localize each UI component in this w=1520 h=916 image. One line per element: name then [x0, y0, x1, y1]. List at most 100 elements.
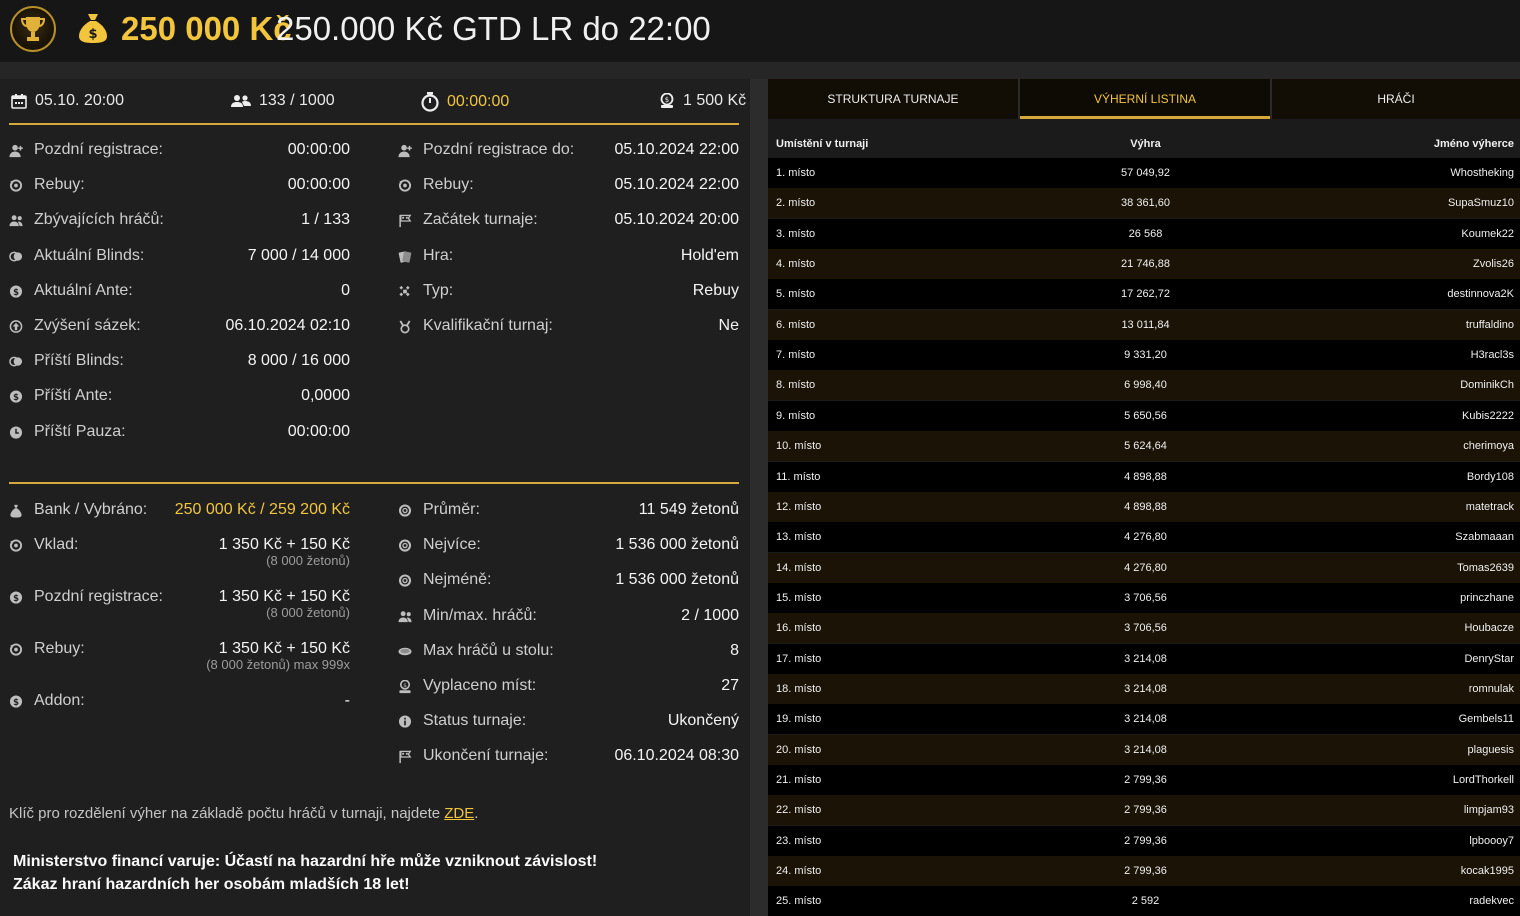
chip-icon — [398, 504, 412, 518]
prize-cell: 3 214,08 — [1124, 743, 1167, 756]
info-value: - — [344, 692, 350, 709]
place-cell: 5. místo — [776, 288, 816, 301]
coin-icon: $ — [9, 285, 23, 299]
place-cell: 1. místo — [776, 167, 816, 179]
winner-cell: Kubis2222 — [1462, 409, 1514, 422]
winner-cell: Houbacze — [1464, 622, 1514, 635]
winner-cell: SupaSmuz10 — [1447, 197, 1514, 210]
winner-cell: Koumek22 — [1461, 227, 1514, 240]
table-row: 23. místo 2 799,36 lpboooy7 — [768, 825, 1520, 856]
svg-text:$: $ — [88, 27, 97, 42]
table-row: 20. místo 3 214,08 plaguesis — [768, 734, 1520, 765]
info-value: 8 000 / 16 000 — [247, 352, 350, 370]
place-cell: 20. místo — [776, 743, 822, 756]
info-label: Rebuy: — [34, 176, 85, 194]
here-link[interactable]: ZDE — [444, 805, 474, 822]
prize-cell: 2 799,36 — [1124, 774, 1167, 786]
winner-cell: truffaldino — [1465, 318, 1514, 331]
blinds-icon — [9, 355, 23, 369]
info-label: Aktuální Ante: — [34, 281, 133, 299]
info-value: 8 — [730, 641, 739, 659]
winner-cell: DominikCh — [1460, 379, 1514, 392]
table-row: 4. místo 21 746,88 Zvolis26 — [768, 249, 1520, 280]
prize-cell: 17 262,72 — [1121, 288, 1170, 301]
place-cell: 4. místo — [776, 258, 816, 271]
info-label: Pozdní registrace: — [34, 141, 163, 158]
coin-icon: $ — [9, 390, 23, 404]
winner-cell: matetrack — [1465, 500, 1514, 513]
info-value: 05.10.2024 20:00 — [614, 211, 739, 229]
svg-text:$: $ — [665, 96, 669, 104]
info-row: Příští Pauza: 00:00:00 — [9, 423, 350, 447]
info-label: Zvýšení sázek: — [34, 317, 141, 334]
winner-cell: Whostheking — [1450, 167, 1514, 179]
info-value: 06.10.2024 02:10 — [225, 317, 350, 334]
chip-icon — [398, 574, 412, 588]
info-row: $ Addon: - — [9, 692, 350, 716]
info-label: Max hráčů u stolu: — [423, 641, 554, 659]
info-label: Nejvíce: — [423, 536, 481, 554]
flag-icon — [398, 214, 412, 228]
rebuy-icon — [9, 179, 23, 193]
table-row: 18. místo 3 214,08 romnulak — [768, 673, 1520, 704]
info-row: $ Aktuální Ante: 0 — [9, 282, 350, 306]
prize-cell: 21 746,88 — [1121, 258, 1170, 271]
tab-payouts[interactable]: VÝHERNÍ LISTINA — [1020, 79, 1270, 119]
info-value: 27 — [721, 677, 739, 694]
winner-cell: Gembels11 — [1458, 713, 1514, 726]
info-label: Rebuy: — [34, 640, 85, 657]
table-row: 25. místo 2 592 radekvec — [768, 886, 1520, 916]
users-icon — [231, 95, 251, 107]
prize-cell: 3 214,08 — [1124, 713, 1167, 726]
table-row: 7. místo 9 331,20 H3racl3s — [768, 340, 1520, 371]
rebuy-icon — [398, 179, 412, 193]
header-winner[interactable]: Jméno výherce — [1434, 138, 1514, 150]
info-value: 11 549 žetonů — [638, 501, 739, 518]
info-value: 00:00:00 — [287, 141, 350, 158]
info-label: Vklad: — [34, 536, 79, 553]
place-cell: 22. místo — [776, 804, 822, 817]
prize-cell: 6 998,40 — [1124, 379, 1167, 392]
panel-divider — [750, 79, 768, 916]
info-label: Příští Blinds: — [34, 352, 124, 370]
info-value: 1 350 Kč + 150 Kč — [218, 640, 350, 657]
info-value: 00:00:00 — [287, 422, 350, 440]
users-icon — [398, 610, 412, 624]
tab-structure[interactable]: STRUKTURA TURNAJE — [768, 79, 1018, 119]
spacer — [0, 62, 1520, 79]
info-row: Hra: Hold'em — [398, 247, 739, 271]
header-place[interactable]: Umístění v turnaji — [776, 138, 868, 150]
tab-players[interactable]: HRÁČI — [1272, 79, 1520, 119]
header-prize[interactable]: Výhra — [1068, 138, 1223, 150]
info-value: 05.10.2024 22:00 — [614, 176, 739, 194]
place-cell: 8. místo — [776, 379, 816, 392]
info-row: Vklad: 1 350 Kč + 150 Kč (8 000 žetonů) — [9, 536, 350, 568]
place-cell: 21. místo — [776, 774, 822, 786]
prize-cell: 4 898,88 — [1124, 470, 1167, 483]
info-label: Zbývajících hráčů: — [34, 211, 164, 229]
stopwatch-icon — [421, 92, 439, 112]
grid-icon — [398, 285, 412, 299]
place-cell: 12. místo — [776, 500, 822, 513]
rebuy-icon — [9, 643, 23, 657]
info-row: Pozdní registrace do: 05.10.2024 22:00 — [398, 141, 739, 165]
winner-cell: lpboooy7 — [1469, 834, 1514, 847]
info-value: 0 — [341, 281, 350, 299]
buy-in: $ 1 500 Kč — [659, 92, 746, 110]
bank-icon — [9, 504, 23, 518]
info-label: Bank / Vybráno: — [34, 501, 148, 518]
table-row: 15. místo 3 706,56 princzhane — [768, 582, 1520, 613]
info-label: Příští Ante: — [34, 387, 113, 405]
level-up-icon — [9, 320, 23, 334]
prize-cell: 4 276,80 — [1124, 561, 1167, 574]
info-label: Vyplaceno míst: — [423, 677, 537, 694]
info-row: Nejvíce: 1 536 000 žetonů — [398, 536, 739, 560]
coins-icon: $ — [660, 93, 674, 108]
info-value: 250 000 Kč / 259 200 Kč — [174, 501, 350, 518]
prize-cell: 4 276,80 — [1124, 531, 1167, 544]
table-icon — [398, 645, 412, 659]
gambling-warning: Ministerstvo financí varuje: Účastí na h… — [13, 853, 598, 893]
place-cell: 24. místo — [776, 865, 822, 878]
rebuy-icon — [9, 539, 23, 553]
place-cell: 9. místo — [776, 409, 816, 422]
